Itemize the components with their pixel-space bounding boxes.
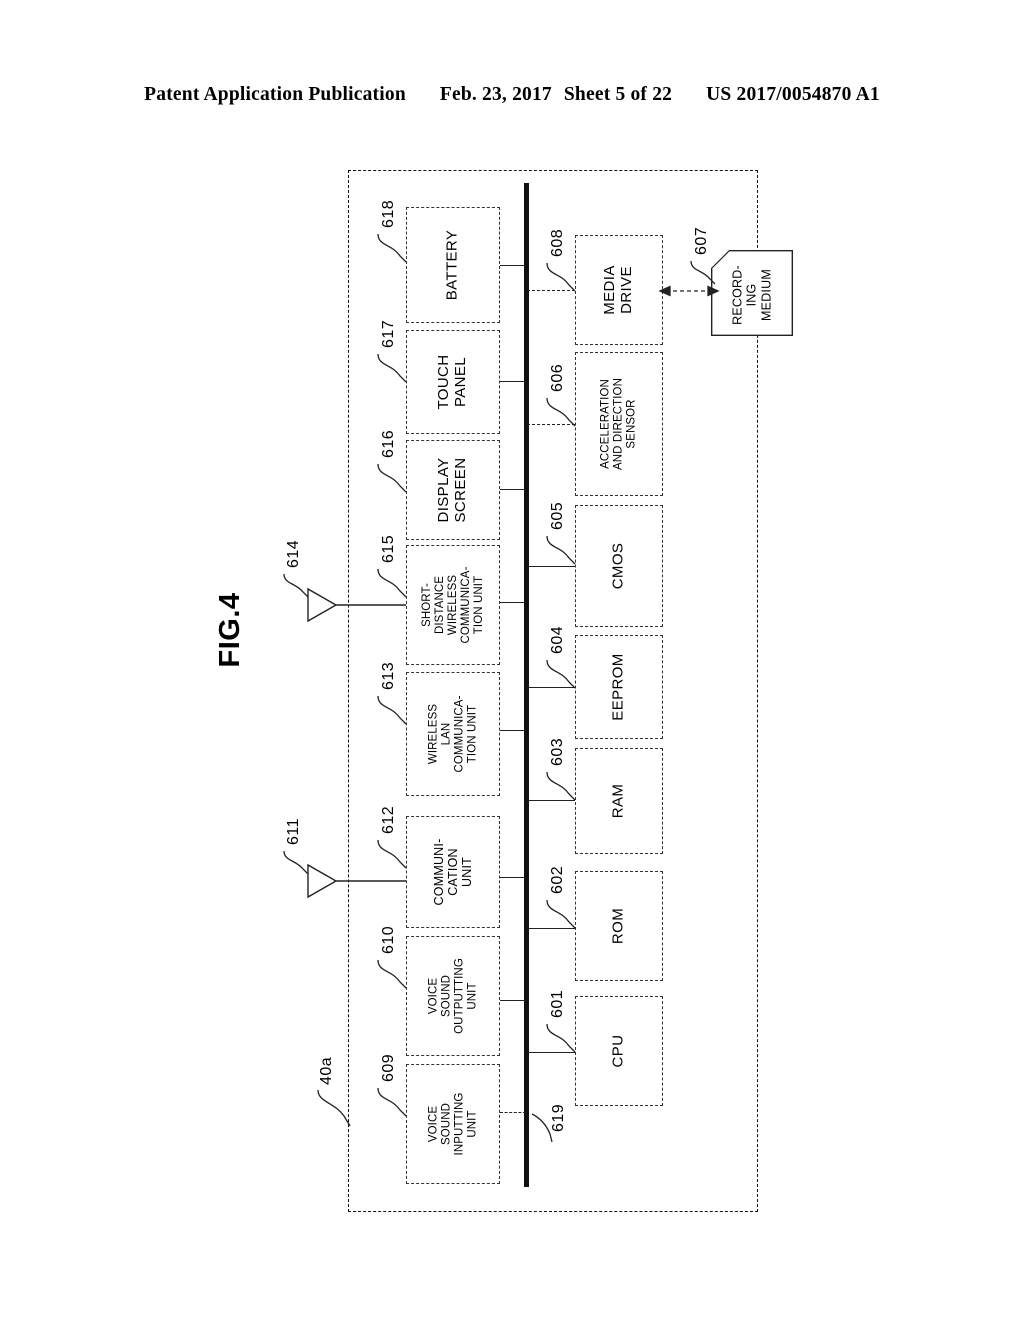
leader-607 (690, 260, 716, 285)
block-eeprom: EEPROM (575, 635, 663, 739)
ref-603: 603 (549, 737, 566, 766)
leader-602 (546, 899, 576, 929)
leader-40a (317, 1089, 351, 1127)
ref-40a: 40a (318, 1056, 335, 1085)
block-battery-label: BATTERY (443, 229, 461, 301)
ref-617: 617 (380, 319, 397, 348)
ref-605: 605 (549, 501, 566, 530)
connector-voice-out (500, 1000, 526, 1002)
ref-611: 611 (285, 817, 302, 845)
block-media-drive: MEDIA DRIVE (575, 235, 663, 345)
block-wireless-lan-label: WIRELESS LAN COMMUNICA- TION UNIT (427, 695, 478, 773)
block-short-distance-wireless: SHORT- DISTANCE WIRELESS COMMUNICA- TION UNI… (406, 545, 500, 665)
leader-618 (377, 233, 407, 263)
ref-609: 609 (380, 1053, 397, 1082)
leader-601 (546, 1023, 576, 1053)
leader-613 (377, 695, 407, 725)
block-touch-panel-label: TOUCH PANEL (435, 354, 469, 410)
block-ram-label: RAM (609, 783, 627, 819)
bus-line-619 (524, 183, 529, 1187)
ref-613: 613 (380, 661, 397, 690)
leader-606 (546, 397, 576, 427)
block-cpu: CPU (575, 996, 663, 1106)
leader-612 (377, 839, 407, 869)
block-ram: RAM (575, 748, 663, 854)
block-communication-unit-label: COMMUNI- CATION UNIT (432, 838, 474, 906)
connector-touch-panel (500, 381, 526, 383)
block-media-drive-label: MEDIA DRIVE (601, 265, 635, 315)
ref-608: 608 (549, 228, 566, 257)
ref-612: 612 (380, 805, 397, 834)
ref-618: 618 (380, 199, 397, 228)
ref-602: 602 (549, 865, 566, 894)
leader-611 (283, 850, 309, 875)
ref-604: 604 (549, 625, 566, 654)
ref-616: 616 (380, 429, 397, 458)
connector-short-distance (500, 602, 526, 604)
block-voice-out-label: VOICE SOUND OUTPUTTING UNIT (427, 958, 478, 1034)
connector-wireless-lan (500, 730, 526, 732)
figure-title: FIG.4 (213, 592, 246, 668)
ref-607: 607 (693, 226, 710, 255)
block-accel-sensor-label: ACCELERATION AND DIRECTION SENSOR (599, 377, 638, 471)
block-voice-in-label: VOICE SOUND INPUTTING UNIT (427, 1092, 478, 1156)
leader-604 (546, 659, 576, 689)
leader-619 (531, 1113, 553, 1143)
block-battery: BATTERY (406, 207, 500, 323)
block-cmos: CMOS (575, 505, 663, 627)
block-cpu-label: CPU (609, 1034, 627, 1068)
leader-610 (377, 959, 407, 989)
block-cmos-label: CMOS (609, 542, 627, 590)
block-rom-label: ROM (609, 907, 627, 945)
ref-606: 606 (549, 363, 566, 392)
block-wireless-lan: WIRELESS LAN COMMUNICA- TION UNIT (406, 672, 500, 796)
leader-614 (283, 573, 309, 598)
figure-4: FIG.4 BATTERY TOUCH PANEL DISPLAY SCREEN S… (0, 0, 1024, 1320)
leader-616 (377, 463, 407, 493)
connector-battery (500, 265, 526, 267)
connector-voice-in (500, 1112, 526, 1113)
block-touch-panel: TOUCH PANEL (406, 330, 500, 434)
leader-617 (377, 353, 407, 383)
block-display-screen: DISPLAY SCREEN (406, 440, 500, 540)
block-recording-medium-label: RECORD- ING MEDIUM (730, 264, 774, 325)
leader-608 (546, 262, 576, 292)
leader-603 (546, 771, 576, 801)
leader-609 (377, 1087, 407, 1117)
block-display-screen-label: DISPLAY SCREEN (435, 457, 469, 523)
block-recording-medium: RECORD- ING MEDIUM (711, 250, 793, 336)
ref-601: 601 (549, 989, 566, 1018)
block-eeprom-label: EEPROM (609, 653, 627, 721)
block-rom: ROM (575, 871, 663, 981)
block-communication-unit: COMMUNI- CATION UNIT (406, 816, 500, 928)
ref-610: 610 (380, 925, 397, 954)
connector-display-screen (500, 489, 526, 491)
block-voice-sound-outputting-unit: VOICE SOUND OUTPUTTING UNIT (406, 936, 500, 1056)
block-acceleration-direction-sensor: ACCELERATION AND DIRECTION SENSOR (575, 352, 663, 496)
connector-communication-unit (500, 877, 526, 879)
ref-614: 614 (285, 539, 302, 568)
block-short-distance-label: SHORT- DISTANCE WIRELESS COMMUNICA- TION UNI… (420, 566, 485, 644)
block-voice-sound-inputting-unit: VOICE SOUND INPUTTING UNIT (406, 1064, 500, 1184)
leader-605 (546, 535, 576, 565)
ref-615: 615 (380, 534, 397, 563)
leader-615 (377, 568, 407, 598)
